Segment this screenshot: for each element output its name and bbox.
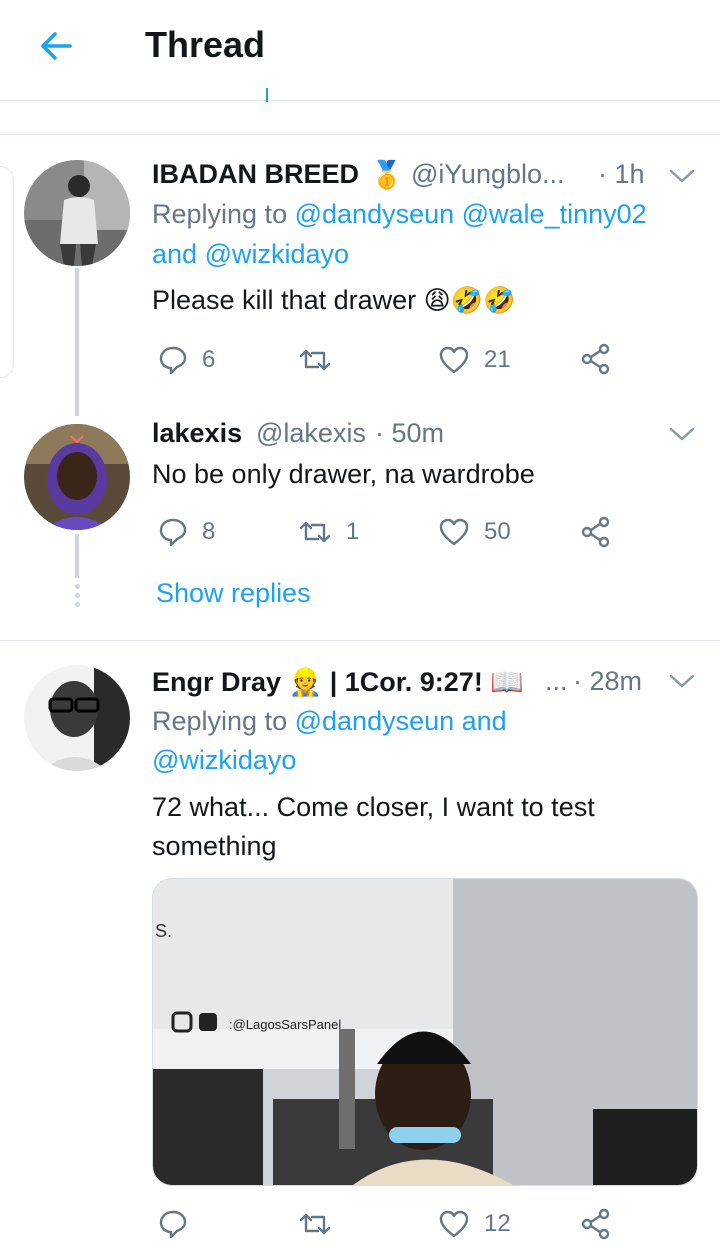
replying-prefix: Replying to [152,706,288,736]
replying-users-link[interactable]: @dandyseun and [295,706,507,736]
media-sign-text: S. [155,921,172,941]
replying-to: Replying to @dandyseun @wale_tinny02 [152,199,647,230]
reply-icon [159,518,187,547]
reply-button[interactable]: 8 [158,512,215,552]
replying-to: Replying to @dandyseun and [152,706,507,737]
heart-icon [439,518,469,546]
avatar[interactable] [24,160,130,266]
tweet-author-name[interactable]: Engr Dray 👷 | 1Cor. 9:27! 📖 [152,666,524,698]
like-button[interactable]: 12 [438,1204,511,1244]
thread-dot [75,584,80,589]
tweet-author-name[interactable]: IBADAN BREED [152,159,359,190]
reply-icon [159,346,187,375]
replying-last-link[interactable]: @wizkidayo [152,745,296,775]
author-name-emoji: 👷 [288,667,323,697]
tweet-author-handle[interactable]: @lakexis [256,418,366,449]
thread-line [75,268,79,416]
like-count: 21 [484,346,511,373]
author-name-extra: | 1Cor. 9:27! [329,667,483,697]
badge-emoji: 🥇 [370,160,404,190]
tweet-media-image[interactable]: S. :@LagosSarsPanel [152,878,698,1186]
tweet-text-content: Please kill that drawer [152,285,417,315]
tweet-author-handle[interactable]: @iYungblo... [411,159,565,190]
thread-dot [75,593,80,598]
tweet-author-name[interactable]: lakexis [152,418,242,449]
retweet-button[interactable] [298,1204,346,1244]
chevron-down-icon[interactable] [668,673,696,691]
tweet-emojis: 😩🤣🤣 [423,285,516,315]
share-icon[interactable] [580,343,612,375]
retweet-icon [299,1213,331,1235]
like-count: 50 [484,518,511,545]
tweet-time: · 50m [375,418,445,448]
tweet-text: 72 what... Come closer, I want to test s… [152,792,595,861]
replying-to-cont: and @wizkidayo [152,239,349,270]
retweet-button[interactable]: 1 [298,512,359,552]
avatar[interactable] [24,665,130,771]
replying-and: and [152,239,198,269]
author-name-text: Engr Dray [152,667,282,697]
media-watermark: :@LagosSarsPanel [229,1017,341,1032]
handle-ellipsis: ... [545,666,568,696]
tweet-time: · 1h [598,159,645,189]
avatar[interactable] [24,424,130,530]
share-icon[interactable] [580,1208,612,1240]
quoted-card-edge [0,166,14,378]
like-button[interactable]: 21 [438,340,511,380]
like-count: 12 [484,1210,511,1237]
like-button[interactable]: 50 [438,512,511,552]
chevron-down-icon[interactable] [668,426,696,444]
reply-button[interactable]: 6 [158,340,215,380]
page-title: Thread [145,24,266,65]
share-icon[interactable] [580,516,612,548]
reply-count: 6 [202,346,216,373]
replying-to-cont: @wizkidayo [152,745,296,776]
replying-last-link[interactable]: @wizkidayo [205,239,349,269]
retweet-button[interactable] [298,340,346,380]
show-replies-link[interactable]: Show replies [156,578,311,609]
top-bar: Thread [0,0,720,102]
heart-icon [439,346,469,374]
scroll-indicator [266,88,268,102]
reply-button[interactable] [158,1204,202,1244]
back-arrow-icon[interactable] [36,26,76,66]
divider [0,640,720,641]
tweet-text: No be only drawer, na wardrobe [152,459,535,489]
replying-prefix: Replying to [152,199,288,229]
thread-line [75,534,79,578]
author-name-extra-emoji: 📖 [490,667,524,697]
reply-count: 8 [202,518,216,545]
retweet-icon [299,349,331,371]
chevron-down-icon[interactable] [668,168,696,186]
replying-users-link[interactable]: @dandyseun @wale_tinny02 [295,199,647,229]
reply-icon [159,1210,187,1239]
tweet-text: Please kill that drawer 😩🤣🤣 [152,281,516,320]
retweet-count: 1 [346,518,360,545]
heart-icon [439,1210,469,1238]
tweet-time: · 28m [573,666,643,696]
divider [0,134,720,135]
retweet-icon [299,521,331,543]
thread-dot [75,602,80,607]
